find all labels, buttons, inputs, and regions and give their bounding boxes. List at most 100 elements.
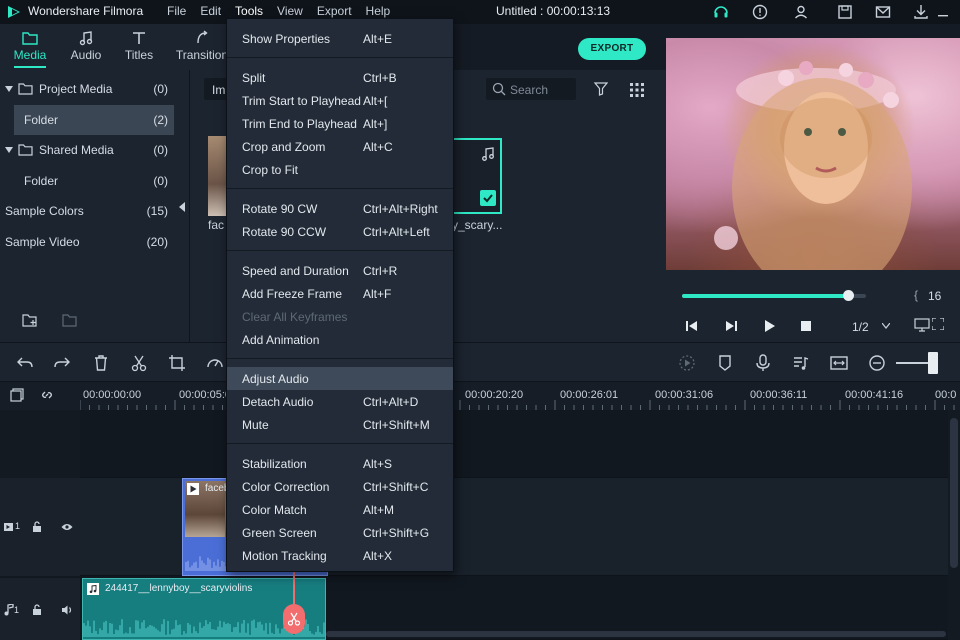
menu-export[interactable]: Export <box>310 4 359 18</box>
undo-icon[interactable] <box>16 354 34 372</box>
tree-item-count: (20) <box>146 235 168 249</box>
menu-item-add-freeze-frame[interactable]: Add Freeze Frame Alt+F <box>227 282 453 305</box>
tree-item-label: Folder <box>24 174 59 188</box>
menu-item-shortcut: Ctrl+Shift+M <box>363 418 430 432</box>
empty-track-lane[interactable] <box>80 410 948 478</box>
tree-item-count: (0) <box>153 143 168 157</box>
tree-item-folder[interactable]: Folder (0) <box>0 166 190 196</box>
menu-edit[interactable]: Edit <box>193 4 228 18</box>
marker-icon[interactable] <box>716 354 734 372</box>
redo-icon[interactable] <box>53 354 71 372</box>
tree-item-sample-video[interactable]: Sample Video (20) <box>0 227 190 257</box>
tab-audio[interactable]: Audio <box>62 30 110 62</box>
zoom-slider-handle[interactable] <box>928 352 938 374</box>
previous-frame-icon[interactable] <box>686 320 698 332</box>
speaker-icon[interactable] <box>61 604 73 616</box>
menu-item-adjust-audio[interactable]: Adjust Audio <box>227 367 453 390</box>
save-icon[interactable] <box>836 3 854 21</box>
menu-help[interactable]: Help <box>359 4 398 18</box>
menu-item-rotate-90-ccw[interactable]: Rotate 90 CCW Ctrl+Alt+Left <box>227 220 453 243</box>
zoom-slider-track[interactable] <box>896 362 932 364</box>
zoom-out-icon[interactable] <box>868 354 886 372</box>
headset-icon[interactable] <box>712 3 730 21</box>
link-icon[interactable] <box>40 388 54 402</box>
scissors-icon[interactable] <box>130 354 148 372</box>
lock-icon[interactable] <box>32 604 42 616</box>
voiceover-list-icon[interactable] <box>792 354 810 372</box>
search-input[interactable]: Search <box>486 78 576 100</box>
menu-item-rotate-90-cw[interactable]: Rotate 90 CW Ctrl+Alt+Right <box>227 197 453 220</box>
scrollbar-thumb[interactable] <box>950 418 958 568</box>
tree-item-sample-colors[interactable]: Sample Colors (15) <box>0 196 190 226</box>
menu-item-mute[interactable]: Mute Ctrl+Shift+M <box>227 413 453 436</box>
microphone-icon[interactable] <box>754 354 772 372</box>
folder-outline-icon[interactable] <box>62 313 78 328</box>
menu-tools[interactable]: Tools <box>228 4 270 18</box>
menu-item-crop-to-fit[interactable]: Crop to Fit <box>227 158 453 181</box>
tree-item-project-media[interactable]: Project Media (0) <box>0 74 190 104</box>
clip-thumbnail[interactable] <box>208 136 226 216</box>
menu-item-motion-tracking[interactable]: Motion Tracking Alt+X <box>227 544 453 567</box>
menu-view[interactable]: View <box>270 4 310 18</box>
lock-icon[interactable] <box>32 521 42 533</box>
filter-icon[interactable] <box>594 82 608 96</box>
tree-item-shared-media[interactable]: Shared Media (0) <box>0 135 190 165</box>
menu-item-stabilization[interactable]: Stabilization Alt+S <box>227 452 453 475</box>
collapse-panel-icon[interactable] <box>178 202 186 212</box>
video-track-lane[interactable]: faceb <box>80 478 948 576</box>
menu-item-trim-start-to-playhead[interactable]: Trim Start to Playhead Alt+[ <box>227 89 453 112</box>
fullscreen-icon[interactable] <box>932 318 944 330</box>
search-icon <box>492 82 506 96</box>
chevron-down-icon[interactable] <box>882 323 890 329</box>
mail-icon[interactable] <box>874 3 892 21</box>
checkbox-checked-icon[interactable] <box>480 190 496 206</box>
add-track-icon[interactable] <box>10 388 24 402</box>
tab-transition[interactable]: Transition <box>174 30 230 62</box>
speed-icon[interactable] <box>206 354 224 372</box>
horizontal-scrollbar[interactable] <box>326 631 946 637</box>
render-preview-icon[interactable] <box>678 354 696 372</box>
menu-separator <box>227 358 453 359</box>
play-icon[interactable] <box>764 320 776 332</box>
tree-item-count: (15) <box>146 204 168 218</box>
eye-icon[interactable] <box>61 522 73 532</box>
tab-media[interactable]: Media <box>6 30 54 68</box>
account-icon[interactable] <box>792 3 810 21</box>
minimize-icon[interactable] <box>934 3 952 21</box>
menu-item-split[interactable]: Split Ctrl+B <box>227 66 453 89</box>
menu-item-detach-audio[interactable]: Detach Audio Ctrl+Alt+D <box>227 390 453 413</box>
fit-timeline-icon[interactable] <box>830 354 848 372</box>
delete-icon[interactable] <box>92 354 110 372</box>
info-icon[interactable] <box>751 3 769 21</box>
menu-item-color-correction[interactable]: Color Correction Ctrl+Shift+C <box>227 475 453 498</box>
display-settings-icon[interactable] <box>914 318 930 332</box>
menu-item-add-animation[interactable]: Add Animation <box>227 328 453 351</box>
grid-view-icon[interactable] <box>630 83 644 97</box>
menu-item-label: Stabilization <box>242 457 307 471</box>
download-icon[interactable] <box>912 3 930 21</box>
collapse-arrow-icon[interactable] <box>5 146 13 154</box>
menu-item-show-properties[interactable]: Show Properties Alt+E <box>227 27 453 50</box>
menu-item-speed-and-duration[interactable]: Speed and Duration Ctrl+R <box>227 259 453 282</box>
preview-progress-handle[interactable] <box>842 290 854 301</box>
audio-clip-thumbnail[interactable] <box>452 138 502 214</box>
quality-select[interactable]: 1/2 <box>852 320 869 334</box>
new-folder-icon[interactable] <box>22 313 38 328</box>
timeline-ruler[interactable]: 00:00:00:00 00:00:05:0 00:00:20:20 00:00… <box>0 382 960 410</box>
playhead-split-handle[interactable] <box>283 604 305 634</box>
video-preview[interactable] <box>666 38 960 270</box>
vertical-scrollbar[interactable] <box>948 410 960 640</box>
collapse-arrow-icon[interactable] <box>5 85 13 93</box>
crop-icon[interactable] <box>168 354 186 372</box>
menu-item-crop-and-zoom[interactable]: Crop and Zoom Alt+C <box>227 135 453 158</box>
export-button[interactable]: EXPORT <box>578 38 646 60</box>
stop-icon[interactable] <box>801 321 811 331</box>
tab-titles[interactable]: Titles <box>115 30 163 62</box>
preview-progress-fill <box>682 294 848 298</box>
menu-file[interactable]: File <box>160 4 193 18</box>
menu-item-color-match[interactable]: Color Match Alt+M <box>227 498 453 521</box>
menu-item-trim-end-to-playhead[interactable]: Trim End to Playhead Alt+] <box>227 112 453 135</box>
tree-item-folder-selected[interactable]: Folder (2) <box>0 105 190 135</box>
menu-item-green-screen[interactable]: Green Screen Ctrl+Shift+G <box>227 521 453 544</box>
next-frame-icon[interactable] <box>725 320 737 332</box>
